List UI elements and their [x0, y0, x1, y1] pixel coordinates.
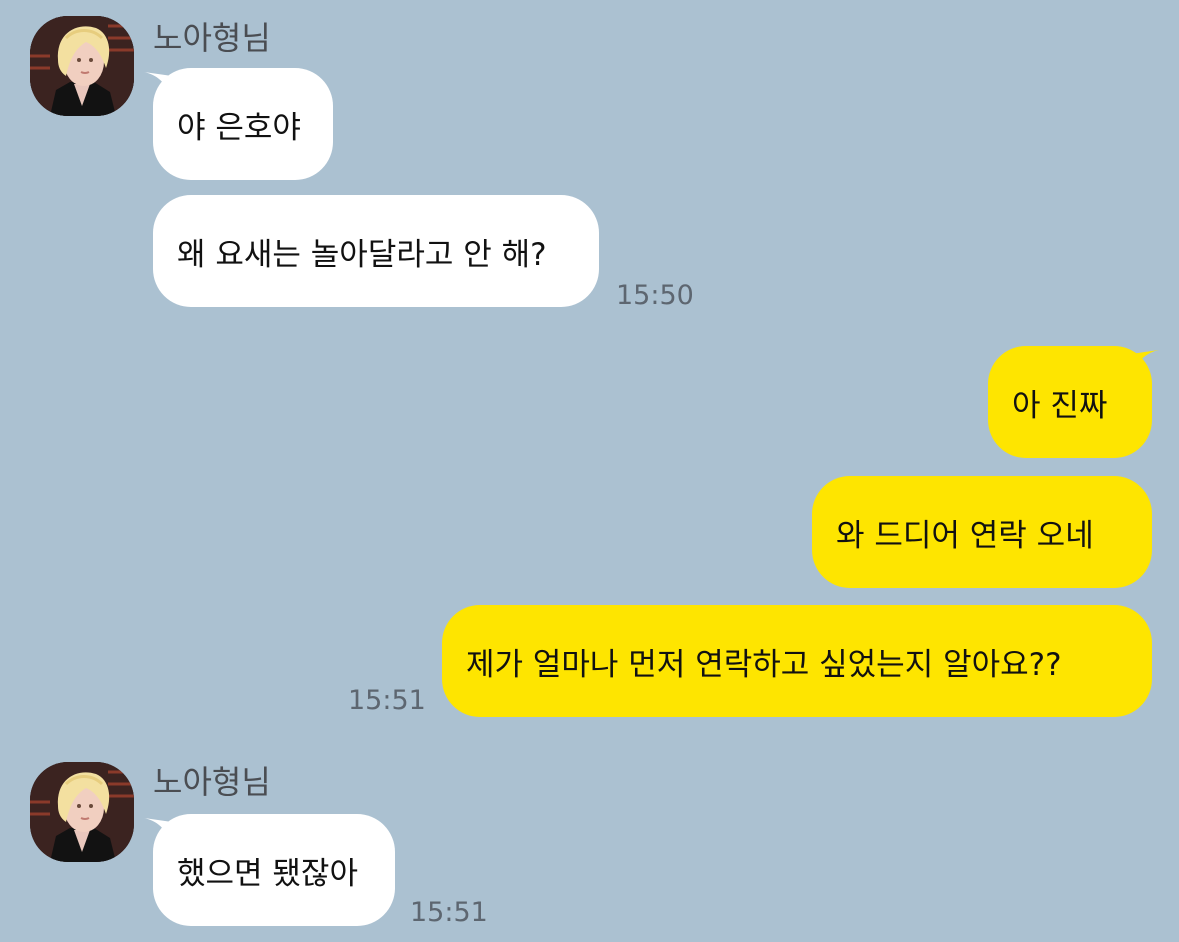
message-bubble[interactable]: 왜 요새는 놀아달라고 안 해? — [153, 195, 599, 307]
message-text: 야 은호야 — [177, 109, 301, 146]
message-timestamp: 15:51 — [410, 897, 488, 928]
message-bubble[interactable]: 와 드디어 연락 오네 — [812, 476, 1152, 588]
chat-screen: { "colors": { "background": "#abc1d1", "… — [0, 0, 1179, 942]
message-bubble[interactable]: 아 진짜 — [988, 346, 1152, 458]
sender-name: 노아형님 — [153, 763, 271, 801]
message-timestamp: 15:51 — [348, 685, 426, 716]
message-text: 아 진짜 — [1012, 387, 1108, 424]
profile-photo-icon — [30, 762, 134, 862]
sender-name: 노아형님 — [153, 19, 271, 57]
message-bubble[interactable]: 했으면 됐잖아 — [153, 814, 395, 926]
message-text: 와 드디어 연락 오네 — [836, 517, 1094, 554]
message-bubble[interactable]: 제가 얼마나 먼저 연락하고 싶었는지 알아요?? — [442, 605, 1152, 717]
sender-avatar[interactable] — [30, 762, 134, 862]
message-text: 했으면 됐잖아 — [177, 855, 358, 892]
message-bubble[interactable]: 야 은호야 — [153, 68, 333, 180]
sender-avatar[interactable] — [30, 16, 134, 116]
message-text: 왜 요새는 놀아달라고 안 해? — [177, 236, 547, 273]
message-timestamp: 15:50 — [616, 280, 694, 311]
profile-photo-icon — [30, 16, 134, 116]
message-text: 제가 얼마나 먼저 연락하고 싶었는지 알아요?? — [466, 646, 1062, 683]
